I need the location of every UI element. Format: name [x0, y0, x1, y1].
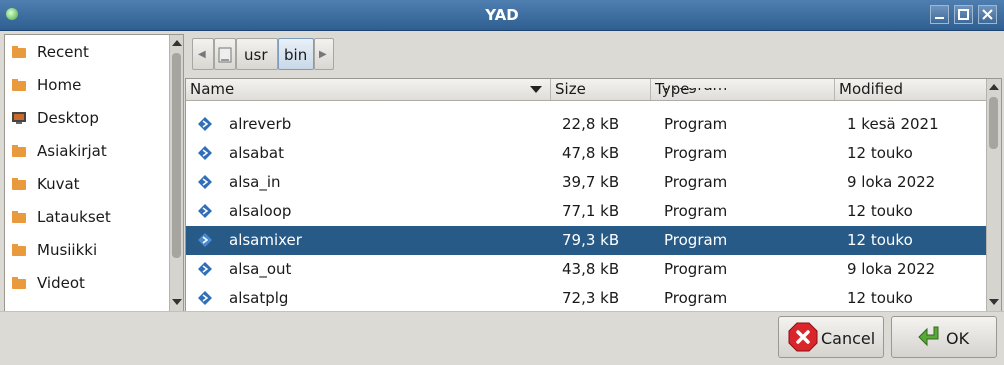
file-modified: 12 touko: [847, 289, 913, 307]
folder-icon: [12, 145, 26, 157]
table-row-selected[interactable]: alsamixer 79,3 kB Program 12 touko: [186, 226, 986, 255]
file-modified: 9 loka 2022: [847, 260, 936, 278]
divider: [0, 311, 1004, 312]
path-segment-usr[interactable]: usr: [236, 38, 278, 70]
file-size: 77,1 kB: [562, 202, 620, 220]
file-name: alsaloop: [229, 202, 292, 220]
desktop-icon: [12, 112, 26, 124]
file-modified: 12 touko: [847, 231, 913, 249]
file-size: 43,8 kB: [562, 260, 620, 278]
sidebar-item-musiikki[interactable]: Musiikki: [5, 235, 167, 265]
file-type: Program: [664, 260, 728, 278]
file-size: 79,3 kB: [562, 231, 620, 249]
scroll-down-arrow[interactable]: [172, 299, 182, 305]
drive-button[interactable]: [214, 38, 236, 70]
file-name: alsamixer: [229, 231, 302, 249]
folder-icon: [12, 178, 26, 190]
file-name: alsatplg: [229, 289, 289, 307]
folder-icon: [12, 277, 26, 289]
table-row[interactable]: alsa_out 43,8 kB Program 9 loka 2022: [186, 255, 986, 284]
scroll-up-arrow[interactable]: [172, 40, 182, 46]
file-modified: 12 touko: [847, 144, 913, 162]
file-type: Program: [664, 289, 728, 307]
folder-icon: [12, 211, 26, 223]
program-icon: [198, 146, 212, 160]
window-title: YAD: [485, 6, 519, 24]
sidebar-item-asiakirjat[interactable]: Asiakirjat: [5, 136, 167, 166]
scrollbar-thumb[interactable]: [172, 53, 181, 258]
table-row[interactable]: alsatplg 72,3 kB Program 12 touko: [186, 284, 986, 311]
scroll-up-arrow[interactable]: [989, 84, 999, 90]
cancel-button[interactable]: Cancel: [778, 316, 884, 358]
ok-arrow-icon: [918, 326, 939, 347]
minimize-icon: [935, 17, 944, 19]
program-icon: [198, 233, 212, 247]
path-back-button[interactable]: ◀: [192, 38, 214, 70]
file-list-scrollbar[interactable]: [986, 79, 1001, 311]
file-size: 39,7 kB: [562, 173, 620, 191]
file-type: Program: [664, 173, 728, 191]
file-size: 22,8 kB: [562, 115, 620, 133]
file-modified: 9 loka 2022: [847, 173, 936, 191]
file-type: Program: [664, 202, 728, 220]
ok-button[interactable]: OK: [891, 316, 997, 358]
maximize-icon: [958, 9, 969, 20]
file-size: 72,3 kB: [562, 289, 620, 307]
home-icon: [12, 79, 26, 91]
drive-icon: [218, 47, 232, 63]
maximize-button[interactable]: [954, 5, 973, 24]
program-icon: [198, 291, 212, 305]
program-icon: [198, 262, 212, 276]
cancel-icon: [788, 322, 818, 352]
path-segment-bin[interactable]: bin: [278, 38, 314, 70]
program-icon: [198, 204, 212, 218]
program-icon: [198, 175, 212, 189]
places-sidebar: Recent Home Desktop Asiakirjat Kuvat Lat…: [4, 34, 184, 312]
file-name: alreverb: [229, 115, 292, 133]
title-bar: YAD: [0, 0, 1004, 31]
path-forward-button[interactable]: ▶: [314, 38, 334, 70]
sidebar-item-desktop[interactable]: Desktop: [5, 103, 167, 133]
file-list: Name Size Type Modified Program alreverb…: [185, 78, 1002, 312]
sidebar-item-lataukset[interactable]: Lataukset: [5, 202, 167, 232]
close-button[interactable]: [978, 5, 997, 24]
file-type: Program: [664, 115, 728, 133]
scroll-down-arrow[interactable]: [989, 299, 999, 305]
table-row[interactable]: alsaloop 77,1 kB Program 12 touko: [186, 197, 986, 226]
file-type: Program: [664, 231, 728, 249]
minimize-button[interactable]: [930, 5, 949, 24]
file-modified: 1 kesä 2021: [847, 115, 939, 133]
sidebar-item-kuvat[interactable]: Kuvat: [5, 169, 167, 199]
table-row[interactable]: alreverb 22,8 kB Program 1 kesä 2021: [186, 110, 986, 139]
file-type: Program: [664, 144, 728, 162]
folder-icon: [12, 244, 26, 256]
scrollbar-thumb[interactable]: [989, 97, 998, 149]
program-icon: [198, 117, 212, 131]
close-icon: [982, 9, 993, 20]
sidebar-item-home[interactable]: Home: [5, 70, 167, 100]
sidebar-scrollbar[interactable]: [169, 35, 183, 311]
file-name: alsa_out: [229, 260, 292, 278]
recent-icon: [12, 46, 26, 58]
table-row[interactable]: alsabat 47,8 kB Program 12 touko: [186, 139, 986, 168]
table-row-partial[interactable]: Program: [186, 88, 986, 101]
table-row[interactable]: alsa_in 39,7 kB Program 9 loka 2022: [186, 168, 986, 197]
file-name: alsa_in: [229, 173, 281, 191]
sidebar-item-recent[interactable]: Recent: [5, 37, 167, 67]
file-size: 47,8 kB: [562, 144, 620, 162]
file-modified: 12 touko: [847, 202, 913, 220]
sidebar-item-videot[interactable]: Videot: [5, 268, 167, 298]
file-name: alsabat: [229, 144, 284, 162]
